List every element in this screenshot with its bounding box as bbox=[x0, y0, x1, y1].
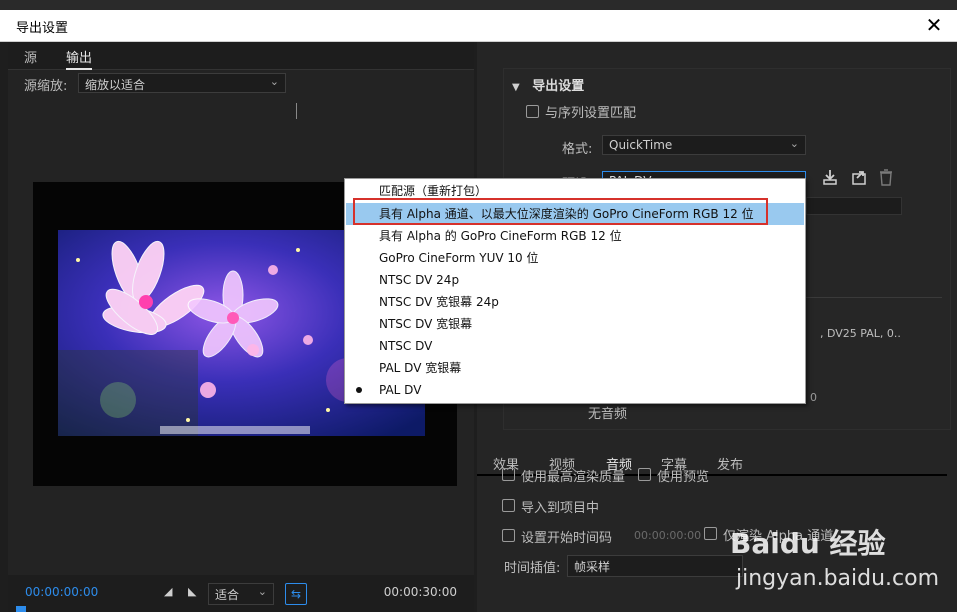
preset-option-current[interactable]: PAL DV bbox=[346, 379, 804, 401]
preset-option[interactable]: GoPro CineForm YUV 10 位 bbox=[346, 247, 804, 269]
start-timecode-checkbox[interactable] bbox=[502, 529, 515, 542]
preset-option-label: NTSC DV 宽银幕 bbox=[379, 317, 473, 331]
comment-field[interactable] bbox=[806, 197, 902, 215]
preset-option[interactable]: 具有 Alpha 的 GoPro CineForm RGB 12 位 bbox=[346, 225, 804, 247]
selected-bullet-icon bbox=[356, 387, 362, 393]
tab-source[interactable]: 源 bbox=[24, 47, 37, 66]
source-scale-row: 源缩放: 缩放以适合 ⌄ bbox=[8, 70, 474, 119]
start-timecode-value: 00:00:00:00 bbox=[634, 529, 702, 542]
format-label: 格式: bbox=[562, 142, 593, 157]
max-quality-label: 使用最高渲染质量 bbox=[521, 470, 626, 485]
preset-option-label: NTSC DV 宽银幕 24p bbox=[379, 295, 499, 309]
max-quality-checkbox[interactable] bbox=[502, 468, 515, 481]
playhead-handle[interactable] bbox=[16, 606, 26, 612]
playback-bar: 00:00:00:00 ◢ ◣ 适合 ⌄ ⇆ 00:00:30:00 bbox=[8, 575, 474, 612]
close-button[interactable]: ✕ bbox=[921, 12, 947, 38]
preset-option[interactable]: NTSC DV 宽银幕 24p bbox=[346, 291, 804, 313]
summary-number: 0 bbox=[810, 391, 817, 404]
timecode-in[interactable]: 00:00:00:00 bbox=[25, 585, 98, 599]
preset-option[interactable]: NTSC DV bbox=[346, 335, 804, 357]
chevron-down-icon: ⌄ bbox=[269, 75, 279, 88]
preset-option-label: GoPro CineForm YUV 10 位 bbox=[379, 251, 539, 265]
timecode-out[interactable]: 00:00:30:00 bbox=[384, 585, 457, 599]
match-sequence-checkbox[interactable] bbox=[526, 105, 539, 118]
start-timecode-label: 设置开始时间码 bbox=[521, 531, 613, 546]
format-value: QuickTime bbox=[609, 138, 673, 152]
preset-option[interactable]: NTSC DV 宽银幕 bbox=[346, 313, 804, 335]
format-dropdown[interactable]: QuickTime ⌄ bbox=[602, 135, 806, 155]
preset-option[interactable]: NTSC DV 24p bbox=[346, 269, 804, 291]
alpha-only-checkbox[interactable] bbox=[704, 527, 717, 540]
preset-option[interactable]: PAL DV 宽银幕 bbox=[346, 357, 804, 379]
chevron-down-icon: ▼ bbox=[512, 82, 520, 93]
preset-option-label: NTSC DV 24p bbox=[379, 273, 460, 287]
aspect-correct-icon[interactable]: ⇆ bbox=[285, 583, 307, 605]
import-project-checkbox[interactable] bbox=[502, 499, 515, 512]
time-interpolation-label: 时间插值: bbox=[504, 561, 561, 576]
use-preview-label: 使用预览 bbox=[657, 470, 710, 485]
preset-option-label: PAL DV 宽银幕 bbox=[379, 361, 462, 375]
divider bbox=[296, 103, 297, 119]
time-interpolation-dropdown[interactable]: 帧采样 bbox=[567, 555, 743, 577]
source-scale-dropdown[interactable]: 缩放以适合 ⌄ bbox=[78, 73, 286, 93]
use-preview-checkbox[interactable] bbox=[638, 468, 651, 481]
baidu-watermark-logo: Baidu 经验 bbox=[730, 527, 886, 560]
preset-option-label: 匹配源（重新打包） bbox=[379, 184, 488, 198]
chevron-down-icon: ⌄ bbox=[257, 585, 267, 598]
tab-publish[interactable]: 发布 bbox=[717, 454, 743, 473]
source-scale-value: 缩放以适合 bbox=[85, 78, 146, 92]
section-title: 导出设置 bbox=[532, 79, 585, 94]
preset-option-label: PAL DV bbox=[379, 383, 422, 397]
source-output-tabs: 源 输出 bbox=[8, 42, 474, 70]
save-preset-icon[interactable] bbox=[821, 168, 839, 186]
title-bar: 导出设置 ✕ bbox=[0, 10, 957, 42]
tab-output[interactable]: 输出 bbox=[66, 47, 93, 70]
match-sequence-label: 与序列设置匹配 bbox=[545, 106, 637, 121]
import-project-label: 导入到项目中 bbox=[521, 501, 600, 516]
set-out-point-icon[interactable]: ◣ bbox=[188, 585, 196, 598]
no-audio-text: 无音频 bbox=[588, 407, 628, 422]
import-preset-icon[interactable] bbox=[850, 168, 868, 186]
annotation-highlight-box bbox=[353, 198, 768, 225]
zoom-fit-dropdown[interactable]: 适合 ⌄ bbox=[208, 583, 274, 605]
chevron-down-icon: ⌄ bbox=[789, 137, 799, 150]
preset-option-label: 具有 Alpha 的 GoPro CineForm RGB 12 位 bbox=[379, 229, 622, 243]
zoom-fit-value: 适合 bbox=[215, 588, 240, 602]
preset-option-label: NTSC DV bbox=[379, 339, 433, 353]
summary-text: , DV25 PAL, 0.. bbox=[820, 327, 901, 340]
set-in-point-icon[interactable]: ◢ bbox=[164, 585, 172, 598]
window-title: 导出设置 bbox=[16, 21, 69, 36]
trash-icon[interactable] bbox=[878, 168, 894, 186]
source-scale-label: 源缩放: bbox=[24, 79, 68, 94]
watermark-url: jingyan.baidu.com bbox=[736, 566, 940, 591]
export-settings-header[interactable]: ▼ 导出设置 bbox=[512, 75, 584, 94]
time-interpolation-value: 帧采样 bbox=[574, 560, 611, 574]
desktop-strip bbox=[0, 0, 957, 10]
